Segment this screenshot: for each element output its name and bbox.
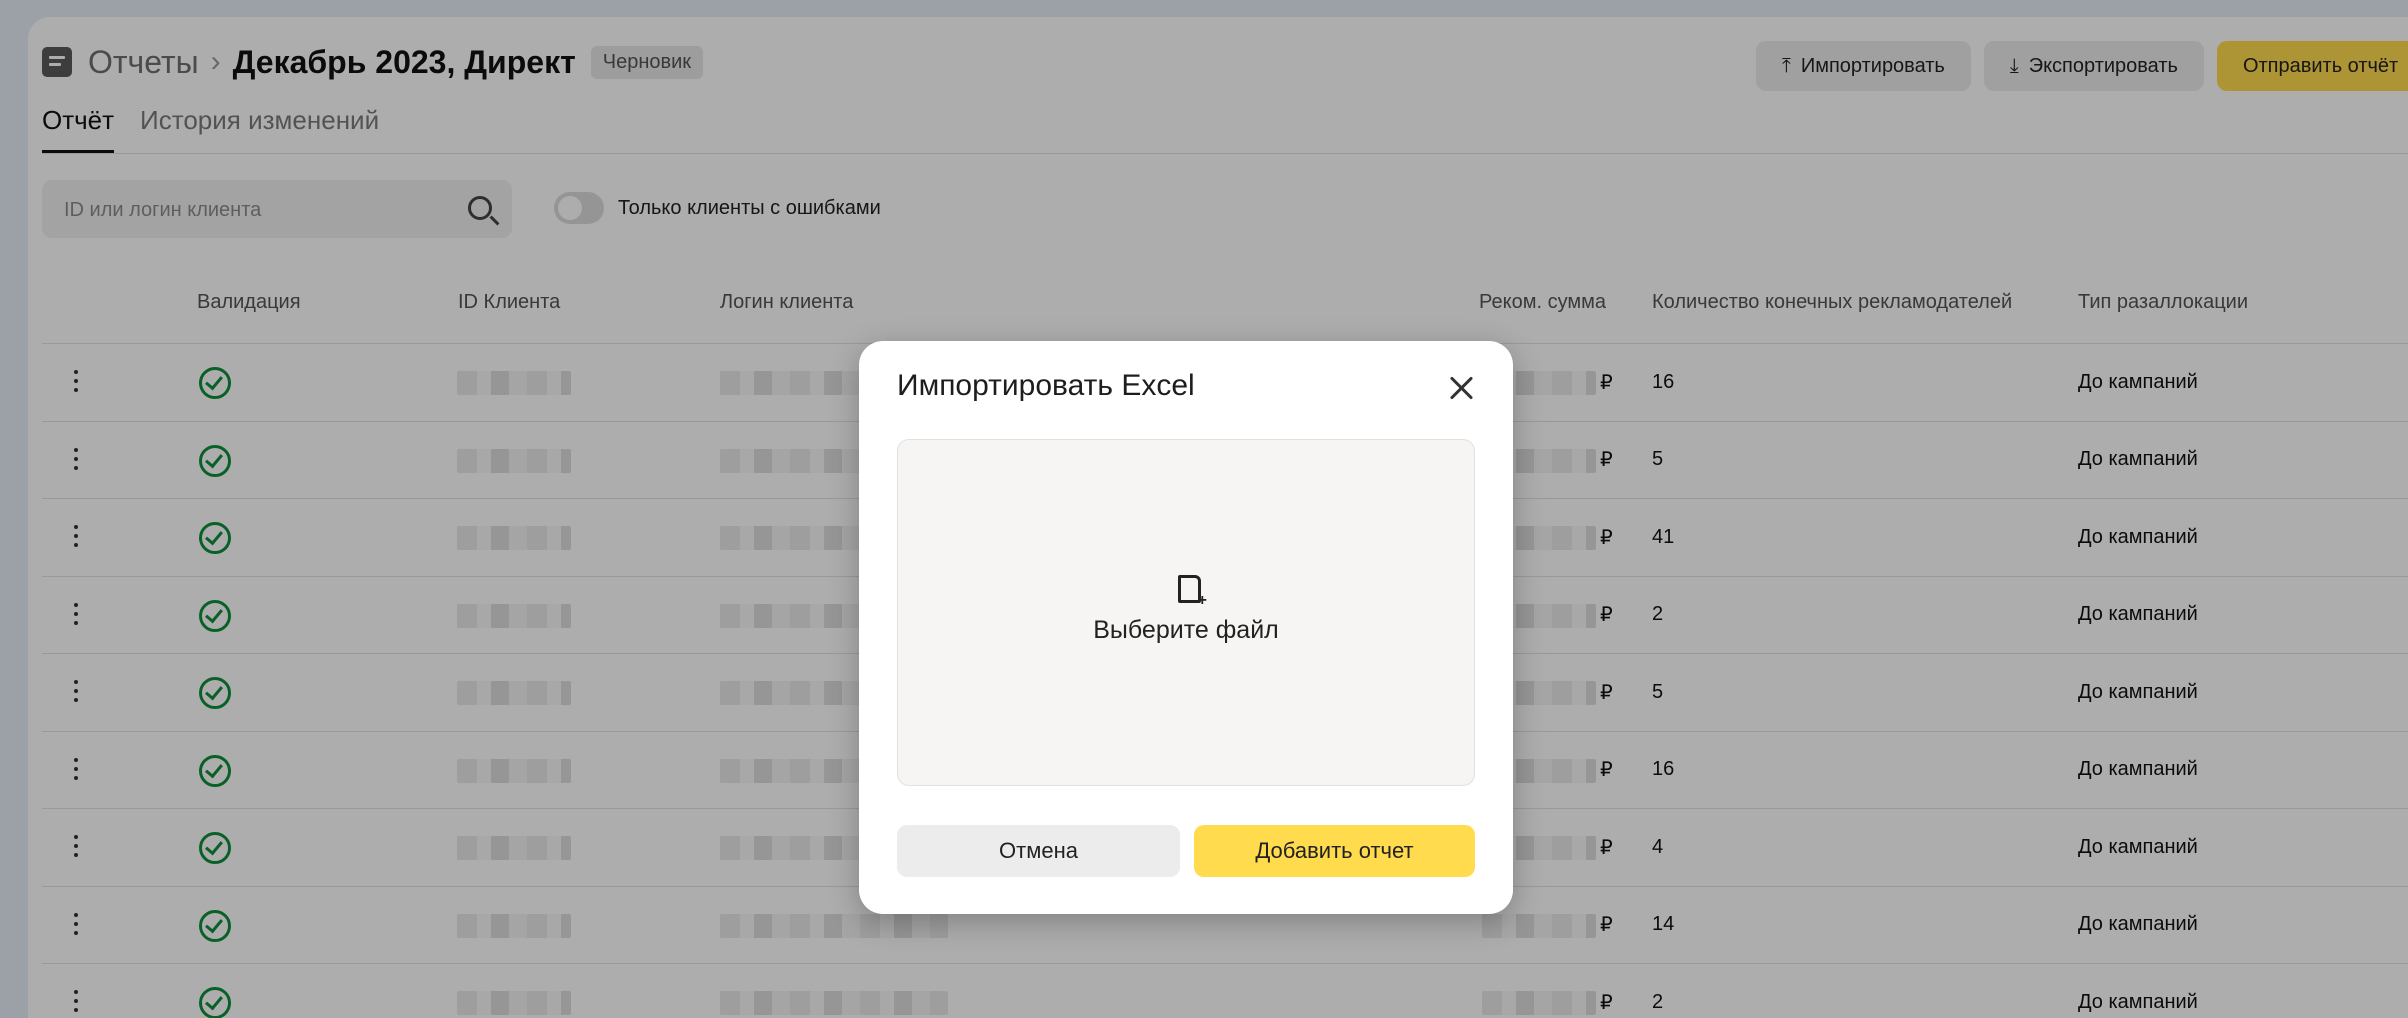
add-report-button[interactable]: Добавить отчет [1194,825,1475,877]
close-icon[interactable] [1446,373,1476,403]
cancel-button[interactable]: Отмена [897,825,1180,877]
import-excel-dialog: Импортировать Excel Выберите файл Отмена… [859,341,1513,914]
file-add-icon [1178,575,1207,608]
dialog-title: Импортировать Excel [897,369,1195,402]
file-dropzone[interactable]: Выберите файл [897,439,1475,786]
dropzone-label: Выберите файл [1093,616,1279,644]
